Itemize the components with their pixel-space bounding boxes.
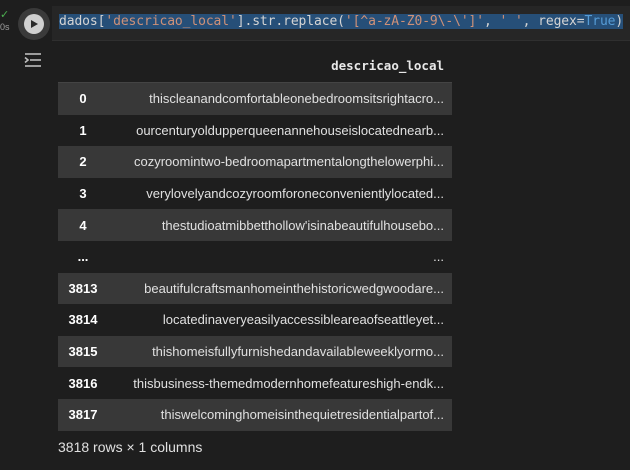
row-value: thestudioatmibbetthollow'isinabeautifulh…	[108, 209, 452, 241]
row-index: ...	[58, 240, 108, 273]
code-token-true: True	[584, 14, 616, 29]
row-value: verylovelyandcozyroomforoneconvenientlyl…	[108, 177, 452, 210]
row-index: 3816	[58, 367, 108, 399]
row-value: ...	[108, 240, 452, 273]
row-index: 3817	[58, 398, 108, 431]
dataframe-shape: 3818 rows × 1 columns	[58, 438, 203, 455]
table-row: 3817 thiswelcominghomeisinthequietreside…	[58, 398, 452, 431]
table-row: 3814 locatedinaveryeasilyaccessibleareao…	[58, 304, 452, 336]
code-token-regex-pattern: '[^a-zA-Z0-9\-\']'	[344, 14, 485, 29]
table-row: 3815 thishomeisfullyfurnishedandavailabl…	[58, 335, 452, 368]
row-index: 1	[58, 114, 108, 147]
code-token-regex-kw: , regex=	[522, 14, 585, 29]
row-value: locatedinaveryeasilyaccessibleareaofseat…	[108, 304, 452, 336]
row-index: 3813	[58, 272, 108, 305]
table-row: 3816 thisbusiness-themedmodernhomefeatur…	[58, 367, 452, 399]
code-line[interactable]: dados['descricao_local'].str.replace('[^…	[59, 14, 623, 29]
table-row: 2 cozyroomintwo-bedroomapartmentalongthe…	[58, 146, 452, 178]
row-value: thishomeisfullyfurnishedandavailableweek…	[108, 335, 452, 368]
output-options-icon[interactable]	[22, 50, 44, 70]
code-token-close-paren: )	[615, 14, 624, 29]
dataframe-table: descricao_local 0 thiscleanandcomfortabl…	[58, 48, 452, 431]
row-value: thiswelcominghomeisinthequietresidential…	[108, 398, 452, 431]
code-editor[interactable]: dados['descricao_local'].str.replace('[^…	[52, 6, 630, 41]
run-cell-button[interactable]	[18, 8, 50, 40]
notebook-cell: ✓ 0s dados['descricao_local'].str.replac…	[0, 0, 630, 470]
column-header-descricao-local: descricao_local	[108, 48, 452, 83]
execution-success-icon: ✓	[0, 8, 10, 21]
table-row: 1 ourcenturyoldupperqueenannehouseisloca…	[58, 114, 452, 147]
row-value: beautifulcraftsmanhomeinthehistoricwedgw…	[108, 272, 452, 305]
row-index: 3	[58, 177, 108, 210]
row-value: thisbusiness-themedmodernhomefeatureshig…	[108, 367, 452, 399]
row-index: 3814	[58, 304, 108, 336]
index-header	[58, 48, 108, 83]
row-index: 4	[58, 209, 108, 241]
play-icon	[24, 14, 44, 34]
table-header-row: descricao_local	[58, 48, 452, 83]
row-index: 0	[58, 82, 108, 115]
table-row: 0 thiscleanandcomfortableonebedroomsitsr…	[58, 82, 452, 115]
row-value: thiscleanandcomfortableonebedroomsitsrig…	[108, 82, 452, 115]
code-token-comma: ,	[484, 14, 500, 29]
code-token-column-string: 'descricao_local'	[105, 14, 237, 29]
row-value: cozyroomintwo-bedroomapartmentalongthelo…	[108, 146, 452, 178]
code-token-dados: dados[	[59, 14, 106, 29]
table-row-ellipsis: ... ...	[58, 240, 452, 273]
cell-gutter: ✓ 0s	[0, 0, 50, 470]
table-row: 3 verylovelyandcozyroomforoneconvenientl…	[58, 177, 452, 210]
table-row: 3813 beautifulcraftsmanhomeinthehistoric…	[58, 272, 452, 305]
table-row: 4 thestudioatmibbetthollow'isinabeautifu…	[58, 209, 452, 241]
row-index: 2	[58, 146, 108, 178]
row-value: ourcenturyoldupperqueenannehouseislocate…	[108, 114, 452, 147]
row-index: 3815	[58, 335, 108, 368]
code-token-replacement: ' '	[499, 14, 523, 29]
code-token-replace: ].str.replace(	[236, 14, 345, 29]
execution-time: 0s	[0, 22, 10, 32]
cell-output: descricao_local 0 thiscleanandcomfortabl…	[58, 48, 458, 455]
